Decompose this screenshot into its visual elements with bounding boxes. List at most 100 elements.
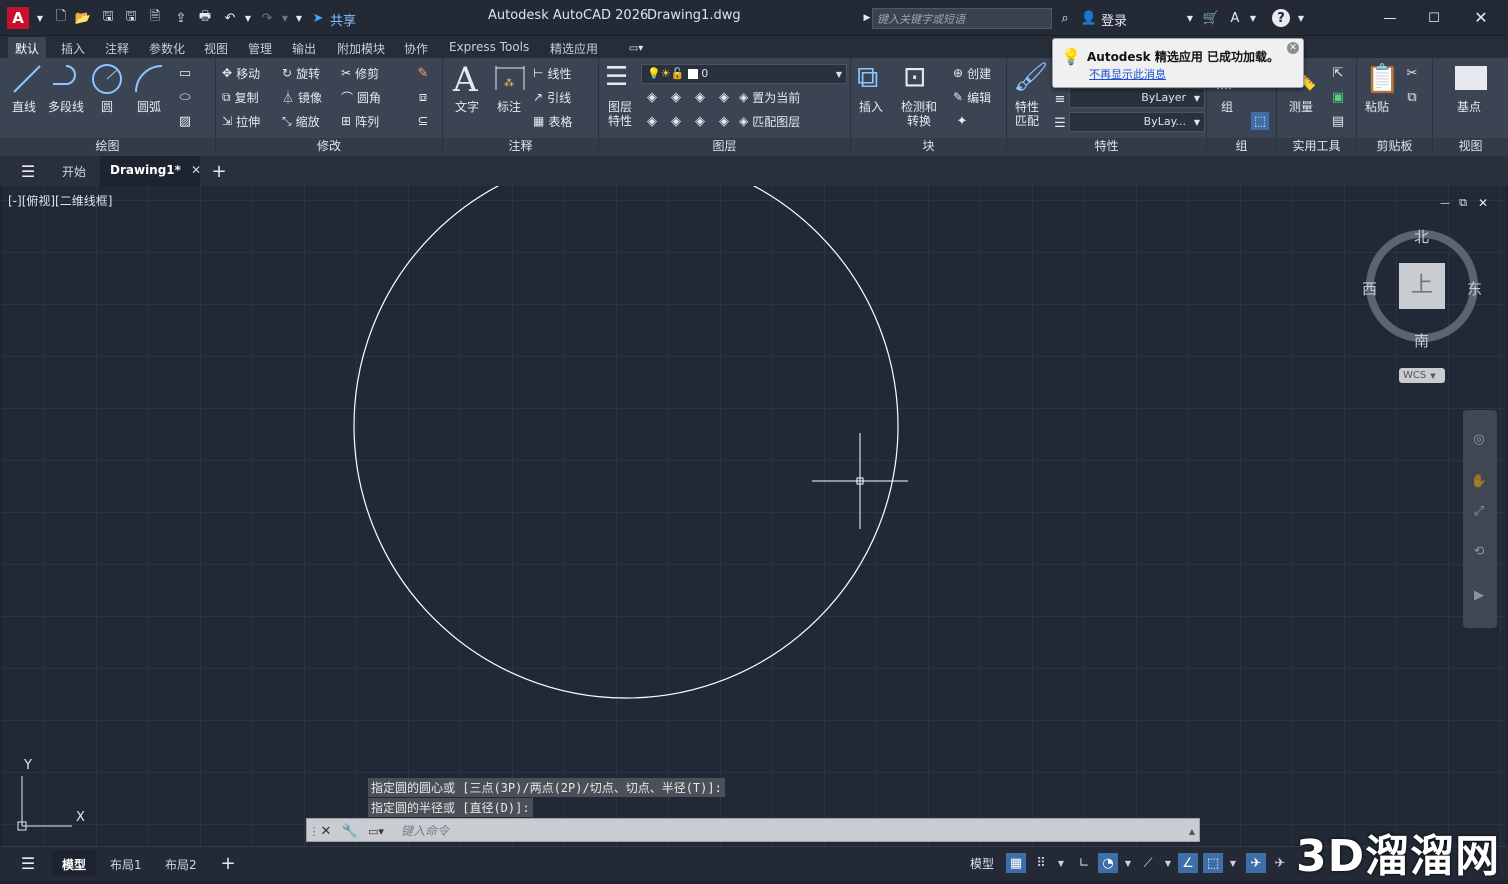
- line-icon[interactable]: [10, 62, 44, 96]
- layer-properties-button[interactable]: 图层 特性: [608, 100, 632, 128]
- recent-commands-icon[interactable]: ▭▾: [367, 822, 385, 840]
- circle-button[interactable]: 圆: [101, 100, 113, 114]
- line-button[interactable]: 直线: [12, 100, 36, 114]
- tab-output[interactable]: 输出: [285, 37, 323, 58]
- layout-menu-icon[interactable]: ☰: [19, 854, 37, 873]
- minimize-icon[interactable]: —: [1381, 9, 1399, 27]
- measure-button[interactable]: 测量: [1289, 100, 1313, 114]
- layer-unisolate-icon[interactable]: ◈: [667, 112, 685, 130]
- wcs-menu[interactable]: WCS ▼: [1399, 368, 1445, 383]
- isodraft-icon[interactable]: ⟋: [1138, 853, 1158, 873]
- match-layer-button[interactable]: ◈ 匹配图层: [739, 112, 800, 130]
- autocad-logo[interactable]: A: [7, 7, 29, 29]
- viewcube-north[interactable]: 北: [1414, 226, 1429, 247]
- search-icon[interactable]: ⌕: [1056, 9, 1074, 27]
- insert-button[interactable]: 插入: [859, 100, 883, 114]
- view-panel-title[interactable]: 视图: [1433, 137, 1508, 154]
- user-icon[interactable]: 👤: [1080, 9, 1098, 27]
- hatch-icon[interactable]: ▨: [176, 112, 194, 130]
- match-properties-button[interactable]: 特性 匹配: [1015, 100, 1039, 128]
- new-file-icon[interactable]: 🗋: [52, 9, 70, 27]
- tab-manage[interactable]: 管理: [241, 37, 279, 58]
- table-button[interactable]: ▦ 表格: [533, 112, 572, 130]
- snap-toggle-icon[interactable]: ⠿: [1031, 853, 1051, 873]
- base-view-icon[interactable]: [1455, 66, 1487, 90]
- paste-icon[interactable]: 📋: [1365, 62, 1400, 95]
- hamburger-menu-icon[interactable]: ☰: [19, 162, 37, 181]
- steering-wheel-icon[interactable]: ◎: [1470, 430, 1488, 448]
- move-button[interactable]: ✥ 移动: [222, 64, 260, 82]
- notification-link[interactable]: 不再显示此消息: [1089, 66, 1166, 82]
- layer-off-icon[interactable]: ◈: [643, 88, 661, 106]
- rotate-button[interactable]: ↻ 旋转: [282, 64, 320, 82]
- layers-panel-title[interactable]: 图层: [599, 137, 850, 154]
- object-snap-dropdown-icon[interactable]: ▼: [1223, 853, 1243, 873]
- polar-toggle-icon[interactable]: ◔: [1098, 853, 1118, 873]
- command-customize-icon[interactable]: 🔧: [341, 822, 359, 840]
- properties-panel-title[interactable]: 特性: [1007, 137, 1206, 154]
- publish-icon[interactable]: ⇪: [172, 9, 190, 27]
- text-icon[interactable]: A: [453, 60, 478, 100]
- open-web-icon[interactable]: 🗎: [146, 9, 164, 27]
- share-icon[interactable]: ➤: [309, 9, 327, 27]
- close-icon[interactable]: ✕: [1472, 8, 1490, 27]
- tab-view[interactable]: 视图: [197, 37, 235, 58]
- layout2-tab[interactable]: 布局2: [155, 850, 207, 876]
- help-dropdown-icon[interactable]: ▼: [1292, 9, 1310, 27]
- copy-clip-icon[interactable]: ⧉: [1403, 88, 1421, 106]
- annotation-panel-title[interactable]: 注释: [443, 137, 598, 154]
- insert-block-icon[interactable]: ⧉: [857, 60, 878, 95]
- block-panel-title[interactable]: 块: [851, 137, 1006, 154]
- ortho-toggle-icon[interactable]: ∟: [1074, 853, 1094, 873]
- utilities-panel-title[interactable]: 实用工具: [1277, 137, 1356, 154]
- groups-panel-title[interactable]: 组: [1207, 137, 1276, 154]
- pan-icon[interactable]: ✋: [1470, 472, 1488, 490]
- block-attributes-icon[interactable]: ✦: [953, 112, 971, 130]
- tab-parametric[interactable]: 参数化: [142, 37, 192, 58]
- search-input[interactable]: 键入关键字或短语: [872, 8, 1052, 29]
- quick-select-icon[interactable]: ⇱: [1329, 64, 1347, 82]
- orbit-icon[interactable]: ⟲: [1470, 542, 1488, 560]
- text-button[interactable]: 文字: [455, 100, 479, 114]
- new-tab-icon[interactable]: +: [210, 161, 228, 182]
- linetype-icon[interactable]: ≡: [1051, 90, 1069, 108]
- layout1-tab[interactable]: 布局1: [100, 850, 152, 876]
- linetype-dropdown[interactable]: ByLayer ▼: [1069, 88, 1205, 108]
- polar-dropdown-icon[interactable]: ▼: [1118, 853, 1138, 873]
- drawing-tab[interactable]: Drawing1* ✕: [100, 156, 201, 186]
- layer-properties-icon[interactable]: ☰: [605, 62, 628, 92]
- showmotion-icon[interactable]: ▶: [1470, 586, 1488, 604]
- snap-dropdown-icon[interactable]: ▼: [1051, 853, 1071, 873]
- notification-close-icon[interactable]: ✕: [1287, 42, 1299, 54]
- draw-panel-title[interactable]: 绘图: [0, 137, 215, 154]
- rectangle-icon[interactable]: ▭: [176, 64, 194, 82]
- layer-isolate-icon[interactable]: ◈: [667, 88, 685, 106]
- detect-convert-icon[interactable]: ⊡: [903, 60, 926, 93]
- autodesk-app-icon[interactable]: A: [1226, 9, 1244, 27]
- modify-panel-title[interactable]: 修改: [216, 137, 442, 154]
- save-icon[interactable]: 🖫: [99, 9, 117, 27]
- tab-close-icon[interactable]: ✕: [191, 163, 201, 177]
- erase-icon[interactable]: ✎: [414, 64, 432, 82]
- set-current-button[interactable]: ◈ 置为当前: [739, 88, 800, 106]
- edit-block-button[interactable]: ✎ 编辑: [953, 88, 991, 106]
- auto-scale-icon[interactable]: ✈: [1270, 853, 1290, 873]
- login-dropdown-icon[interactable]: ▼: [1181, 9, 1199, 27]
- tab-default[interactable]: 默认: [8, 37, 47, 58]
- viewcube-east[interactable]: 东: [1467, 278, 1482, 299]
- match-properties-icon[interactable]: 🖌: [1013, 60, 1049, 93]
- offset-icon[interactable]: ⊆: [414, 112, 432, 130]
- layer-unlock-icon[interactable]: ◈: [715, 112, 733, 130]
- undo-icon[interactable]: ↶: [221, 9, 239, 27]
- tab-collaborate[interactable]: 协作: [397, 37, 435, 58]
- maximize-icon[interactable]: ☐: [1425, 9, 1443, 27]
- undo-dropdown-icon[interactable]: ▼: [239, 9, 257, 27]
- model-space-button[interactable]: 模型: [970, 855, 994, 872]
- viewcube-top-face[interactable]: 上: [1399, 263, 1445, 309]
- lineweight-icon[interactable]: ☰: [1051, 114, 1069, 132]
- arc-icon[interactable]: [132, 62, 166, 96]
- plot-icon[interactable]: 🖶: [196, 9, 214, 27]
- app-dropdown-icon[interactable]: ▼: [1244, 9, 1262, 27]
- base-view-button[interactable]: 基点: [1457, 100, 1481, 114]
- cart-icon[interactable]: 🛒: [1202, 9, 1220, 27]
